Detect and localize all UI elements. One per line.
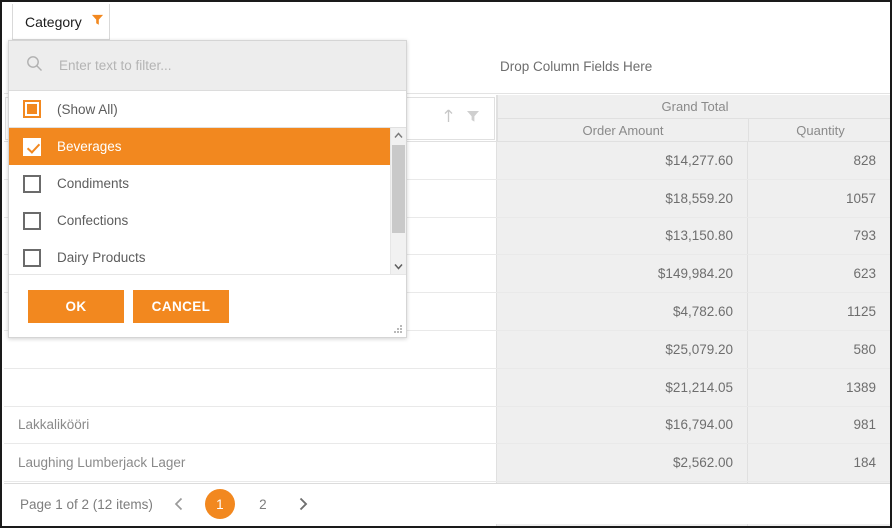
- filter-item-checkbox[interactable]: [23, 249, 41, 267]
- cell-order-amount: $14,277.60: [497, 142, 748, 179]
- cell-order-amount: $25,079.20: [497, 331, 748, 368]
- cell-quantity: 1057: [748, 180, 890, 217]
- chevron-right-icon[interactable]: [291, 492, 315, 516]
- category-field-tab[interactable]: Category: [12, 4, 110, 40]
- filter-list-item[interactable]: Beverages: [9, 128, 406, 165]
- show-all-label: (Show All): [57, 102, 118, 117]
- filter-popup-buttons: OK CANCEL: [9, 274, 406, 337]
- table-row[interactable]: Lakkalikööri$16,794.00981: [4, 407, 890, 445]
- table-row[interactable]: $21,214.051389: [4, 369, 890, 407]
- filter-item-label: Condiments: [57, 176, 129, 191]
- table-row[interactable]: Laughing Lumberjack Lager$2,562.00184: [4, 444, 890, 482]
- filter-item-checkbox[interactable]: [23, 138, 41, 156]
- filter-list-scrollbar[interactable]: [390, 128, 406, 274]
- filter-popup: (Show All) Beverages Condiments Confection…: [8, 40, 407, 338]
- row-label: Lakkalikööri: [4, 407, 497, 444]
- filter-show-all-row[interactable]: (Show All): [9, 91, 406, 128]
- filter-item-label: Confections: [57, 213, 128, 228]
- chevron-left-icon[interactable]: [167, 492, 191, 516]
- filter-list-item[interactable]: Dairy Products: [9, 239, 406, 274]
- column-drop-hint-text: Drop Column Fields Here: [500, 59, 652, 74]
- cell-quantity: 1125: [748, 293, 890, 330]
- cell-quantity: 1389: [748, 369, 890, 406]
- filter-icon[interactable]: [91, 13, 104, 31]
- cell-quantity: 580: [748, 331, 890, 368]
- cell-quantity: 828: [748, 142, 890, 179]
- measure-header-order-amount: Order Amount: [497, 119, 748, 142]
- cell-order-amount: $18,559.20: [497, 180, 748, 217]
- resize-grip-icon[interactable]: [394, 325, 403, 334]
- filter-item-list[interactable]: Beverages Condiments Confections Dairy Prod…: [9, 128, 406, 274]
- measure-header-quantity: Quantity: [748, 119, 892, 142]
- row-label: Laughing Lumberjack Lager: [4, 444, 497, 481]
- sort-ascending-icon[interactable]: [443, 109, 454, 128]
- cell-quantity: 184: [748, 444, 890, 481]
- filter-search-input[interactable]: [57, 57, 406, 74]
- scrollbar-thumb[interactable]: [392, 145, 405, 233]
- show-all-checkbox[interactable]: [23, 100, 41, 118]
- cell-order-amount: $2,562.00: [497, 444, 748, 481]
- filter-item-checkbox[interactable]: [23, 175, 41, 193]
- filter-list-item[interactable]: Confections: [9, 202, 406, 239]
- chevron-up-icon[interactable]: [391, 128, 406, 143]
- search-icon: [26, 55, 43, 77]
- filter-item-label: Dairy Products: [57, 250, 146, 265]
- cell-quantity: 623: [748, 255, 890, 292]
- cell-quantity: 793: [748, 218, 890, 255]
- grand-total-column-header: Grand Total: [497, 95, 892, 119]
- filter-search-row: [9, 41, 406, 91]
- pager-info: Page 1 of 2 (12 items): [20, 497, 153, 512]
- pager: Page 1 of 2 (12 items) 1 2: [4, 483, 890, 524]
- filter-icon[interactable]: [466, 109, 480, 128]
- filter-item-checkbox[interactable]: [23, 212, 41, 230]
- filter-list-item[interactable]: Condiments: [9, 165, 406, 202]
- chevron-down-icon[interactable]: [391, 259, 406, 274]
- pager-page-2[interactable]: 2: [249, 494, 277, 514]
- cell-order-amount: $149,984.20: [497, 255, 748, 292]
- cell-quantity: 981: [748, 407, 890, 444]
- cancel-button[interactable]: CANCEL: [133, 290, 229, 323]
- filter-item-label: Beverages: [57, 139, 122, 154]
- cell-order-amount: $4,782.60: [497, 293, 748, 330]
- cell-order-amount: $13,150.80: [497, 218, 748, 255]
- pivot-grid-window: Drop Column Fields Here Grand Total Orde…: [0, 0, 892, 528]
- category-field-label: Category: [25, 14, 82, 30]
- ok-button[interactable]: OK: [28, 290, 124, 323]
- cell-order-amount: $21,214.05: [497, 369, 748, 406]
- row-label: [4, 369, 497, 406]
- cell-order-amount: $16,794.00: [497, 407, 748, 444]
- pager-page-1[interactable]: 1: [205, 489, 235, 519]
